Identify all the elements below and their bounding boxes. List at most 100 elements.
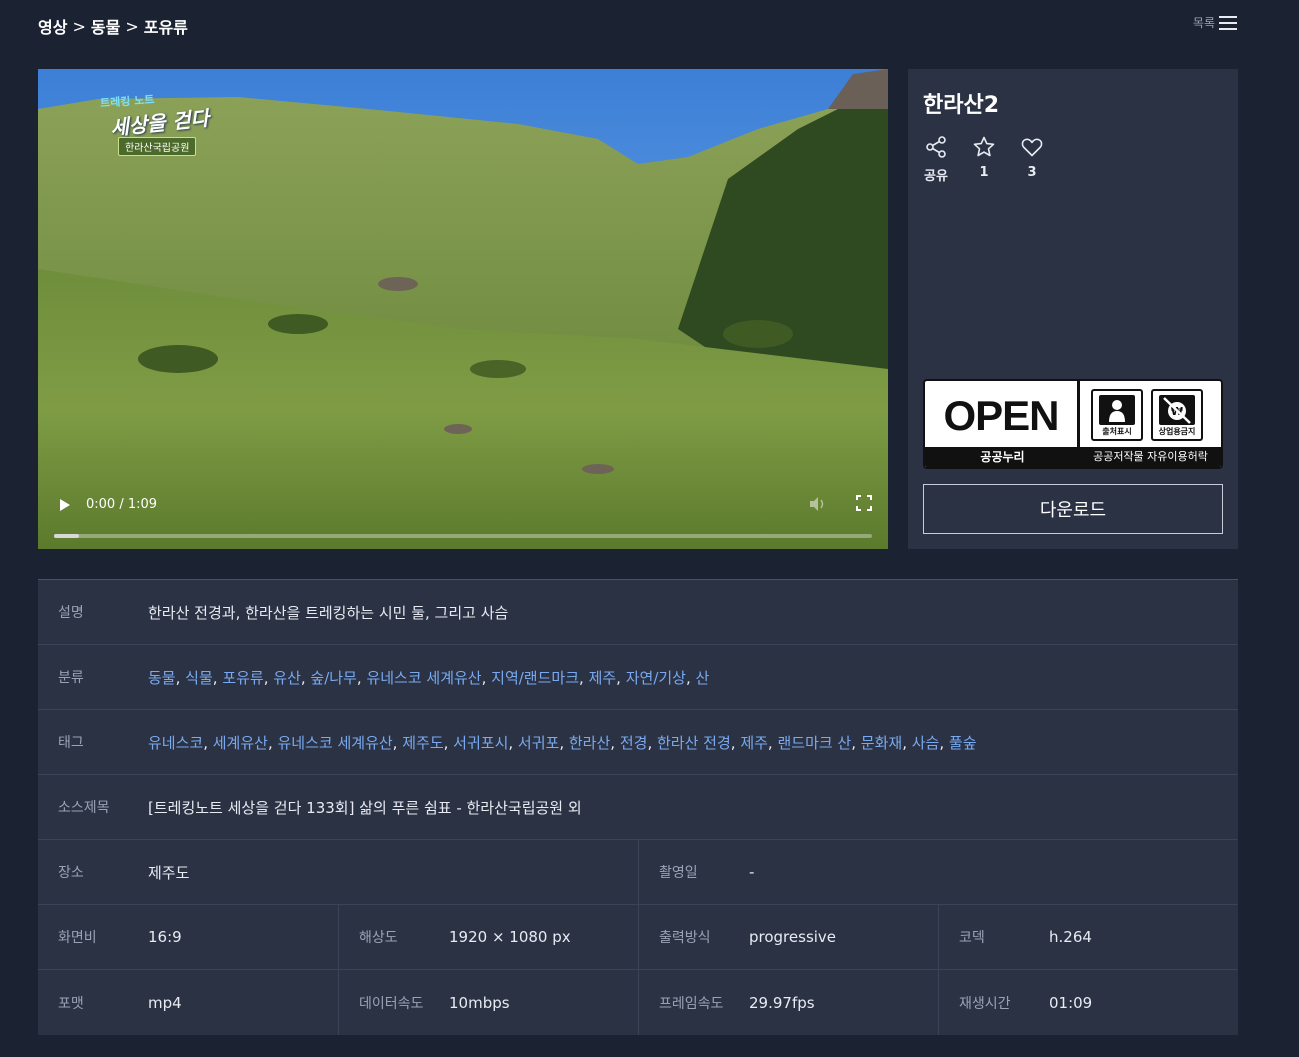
link-separator: , (610, 733, 620, 752)
tag-link[interactable]: 풀숲 (949, 734, 977, 752)
detail-row-category: 분류 동물, 식물, 포유류, 유산, 숲/나무, 유네스코 세계유산, 지역/… (38, 645, 1238, 710)
breadcrumb: 영상 > 동물 > 포유류 (38, 14, 188, 38)
breadcrumb-item-video[interactable]: 영상 (38, 14, 67, 38)
action-bar: 공유 1 3 (923, 135, 1045, 184)
link-separator: , (203, 733, 213, 752)
category-link[interactable]: 유산 (273, 669, 301, 687)
info-panel: 한라산2 공유 1 3 OPEN 출처표시 상업용금지 공공누리 공공저작물 자… (908, 69, 1238, 549)
hamburger-menu-icon (1219, 15, 1237, 30)
category-link[interactable]: 포유류 (222, 669, 263, 687)
like-count: 3 (1027, 165, 1037, 180)
tag-link[interactable]: 한라산 전경 (657, 734, 731, 752)
list-button-label: 목록 (1192, 16, 1215, 30)
tag-link[interactable]: 서귀포 (518, 734, 559, 752)
category-link[interactable]: 제주 (589, 669, 617, 687)
video-controls: 0:00 / 1:09 (38, 479, 888, 549)
link-separator: , (685, 668, 696, 687)
link-separator: , (730, 733, 741, 752)
video-progress-bar[interactable] (54, 534, 872, 538)
tag-link[interactable]: 제주 (740, 734, 768, 752)
video-progress-fill (54, 534, 79, 538)
output-label: 출력방식 (659, 930, 711, 946)
noncommercial-won-icon: ₩ (1159, 395, 1195, 425)
link-separator: , (212, 668, 223, 687)
bitrate-value: 10mbps (449, 993, 510, 1012)
license-caption-bar: 공공누리 공공저작물 자유이용허락 (925, 447, 1221, 467)
like-button[interactable]: 3 (1019, 135, 1045, 184)
link-separator: , (263, 668, 274, 687)
format-label: 포맷 (58, 995, 84, 1012)
share-button[interactable]: 공유 (923, 135, 949, 184)
output-value: progressive (749, 928, 837, 946)
tag-link[interactable]: 유네스코 (148, 734, 203, 752)
link-separator: , (647, 733, 657, 752)
location-label: 장소 (58, 865, 84, 881)
category-link[interactable]: 유네스코 세계유산 (366, 669, 481, 687)
license-divider (1077, 381, 1080, 451)
attribution-person-icon (1099, 395, 1135, 425)
tag-link[interactable]: 한라산 (569, 734, 610, 752)
star-icon (973, 136, 995, 157)
breadcrumb-item-animal[interactable]: 동물 (91, 14, 120, 38)
favorite-button[interactable]: 1 (971, 135, 997, 184)
kogl-license-badge: OPEN 출처표시 ₩ (923, 379, 1223, 469)
category-link[interactable]: 숲/나무 (310, 669, 356, 687)
tags-label: 태그 (58, 735, 84, 751)
noncommercial-icon: ₩ 상업용금지 (1151, 389, 1203, 441)
bitrate-label: 데이터속도 (359, 995, 424, 1012)
link-separator: , (579, 668, 589, 687)
category-links: 동물, 식물, 포유류, 유산, 숲/나무, 유네스코 세계유산, 지역/랜드마… (148, 667, 709, 688)
detail-row-location: 장소 제주도 촬영일 - (38, 840, 1238, 905)
link-separator: , (300, 668, 311, 687)
tag-link[interactable]: 랜드마크 산 (777, 734, 851, 752)
link-separator: , (481, 668, 492, 687)
volume-icon[interactable] (808, 495, 826, 513)
link-separator: , (356, 668, 367, 687)
program-logo: 트레킹 노트 세상을 걷다 한라산국립공원 (98, 91, 238, 156)
fullscreen-icon[interactable] (856, 495, 872, 511)
license-name: 공공누리 (980, 450, 1025, 464)
attribution-icon: 출처표시 (1091, 389, 1143, 441)
download-button[interactable]: 다운로드 (923, 484, 1223, 534)
category-link[interactable]: 자연/기상 (626, 669, 686, 687)
link-separator: , (559, 733, 569, 752)
link-separator: , (392, 733, 403, 752)
open-word: OPEN (943, 392, 1059, 439)
tag-link[interactable]: 문화재 (861, 734, 902, 752)
category-label: 분류 (58, 670, 84, 686)
detail-row-specs-1: 화면비 16:9 해상도 1920 × 1080 px 출력방식 progres… (38, 905, 1238, 970)
detail-row-description: 설명 한라산 전경과, 한라산을 트레킹하는 시민 둘, 그리고 사슴 (38, 580, 1238, 645)
play-icon[interactable] (58, 497, 72, 513)
category-link[interactable]: 지역/랜드마크 (491, 669, 579, 687)
license-description: 공공저작물 자유이용허락 (1093, 450, 1208, 463)
attribution-caption: 출처표시 (1102, 427, 1132, 436)
details-table: 설명 한라산 전경과, 한라산을 트레킹하는 시민 둘, 그리고 사슴 분류 동… (38, 579, 1238, 1035)
codec-label: 코덱 (959, 930, 985, 946)
breadcrumb-item-mammal[interactable]: 포유류 (144, 14, 188, 38)
link-separator: , (939, 733, 949, 752)
category-link[interactable]: 동물 (148, 669, 176, 687)
duration-label: 재생시간 (959, 995, 1011, 1012)
video-player[interactable]: 트레킹 노트 세상을 걷다 한라산국립공원 0:00 / 1:09 (38, 69, 888, 549)
tag-link[interactable]: 서귀포시 (453, 734, 508, 752)
tag-link[interactable]: 제주도 (402, 734, 443, 752)
resolution-value: 1920 × 1080 px (449, 928, 571, 946)
location-value: 제주도 (148, 863, 190, 882)
codec-value: h.264 (1049, 928, 1092, 946)
noncommercial-caption: 상업용금지 (1158, 427, 1196, 436)
framerate-label: 프레임속도 (659, 995, 724, 1012)
tag-link[interactable]: 유네스코 세계유산 (278, 734, 393, 752)
framerate-value: 29.97fps (749, 993, 815, 1012)
aspect-value: 16:9 (148, 928, 182, 946)
open-logo: OPEN (925, 381, 1077, 451)
source-title-value: [트레킹노트 세상을 걷다 133회] 삶의 푸른 쉼표 - 한라산국립공원 외 (148, 798, 582, 817)
tag-link[interactable]: 사슴 (912, 734, 940, 752)
link-separator: , (267, 733, 278, 752)
tag-link[interactable]: 전경 (620, 734, 648, 752)
link-separator: , (616, 668, 626, 687)
category-link[interactable]: 식물 (185, 669, 213, 687)
tag-link[interactable]: 세계유산 (213, 734, 268, 752)
list-button[interactable]: 목록 (1193, 14, 1237, 31)
category-link[interactable]: 산 (696, 669, 710, 687)
description-value: 한라산 전경과, 한라산을 트레킹하는 시민 둘, 그리고 사슴 (148, 603, 509, 622)
